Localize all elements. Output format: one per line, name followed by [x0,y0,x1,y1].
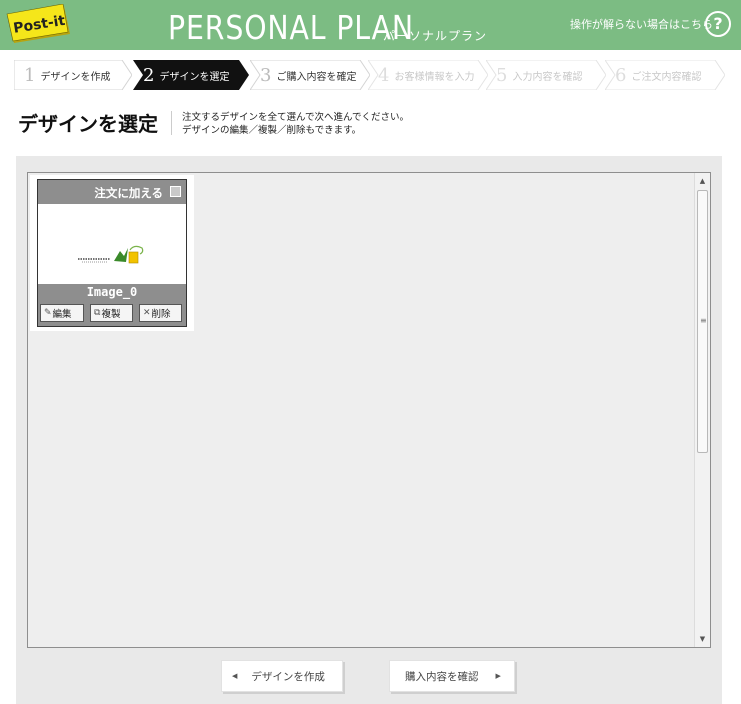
confirm-purchase-button[interactable]: 購入内容を確認 ▶ [389,660,515,692]
step-label: 入力内容を確認 [512,71,583,83]
scroll-down-arrow-icon[interactable]: ▼ [695,631,710,647]
delete-button[interactable]: ✕ 削除 [139,304,182,322]
brand-title: PERSONAL PLAN [168,8,415,47]
post-it-logo[interactable]: Post-it [4,4,74,44]
step-number: 5 [496,64,508,86]
design-actions: ✎ 編集 ⧉ 複製 ✕ 削除 [40,304,182,322]
grip-icon: ≡ [700,316,707,325]
design-card: 注文に加える Image_0 ✎ 編集 ⧉ 複製 ✕ 削除 [37,179,187,327]
edit-button[interactable]: ✎ 編集 [40,304,84,322]
back-to-create-button[interactable]: ◀ デザインを作成 [221,660,343,692]
scroll-up-arrow-icon[interactable]: ▲ [695,173,710,189]
step-number: 6 [615,64,627,86]
delete-label: 削除 [151,309,171,320]
description-line: 注文するデザインを全て選んで次へ進んでください。 [182,112,410,123]
step-label: ご購入内容を確定 [276,71,357,83]
step-number: 1 [24,64,36,86]
design-name: Image_0 [86,285,138,299]
copy-icon: ⧉ [94,308,101,318]
description-line: デザインの編集／複製／削除もできます。 [182,125,362,136]
progress-steps: 1 デザインを作成 2 デザインを選定 3 ご購入内容を確定 4 お客様情報を入力 5入… [14,60,726,90]
design-card-footer: Image_0 ✎ 編集 ⧉ 複製 ✕ 削除 [38,284,186,326]
step-label: デザインを選定 [159,71,230,83]
help-button[interactable]: ? [705,11,731,37]
add-to-order-label[interactable]: 注文に加える [94,185,163,201]
back-button-label: デザインを作成 [251,670,325,683]
next-button-label: 購入内容を確認 [405,670,479,683]
page-description: 注文するデザインを全て選んで次へ進んでください。 デザインの編集／複製／削除もで… [182,111,409,137]
design-preview-image [78,245,144,264]
step-number: 2 [143,64,155,86]
step-number: 3 [260,64,272,86]
heading-divider [171,111,172,135]
edit-label: 編集 [52,309,72,320]
duplicate-label: 複製 [101,309,121,320]
design-card-header: 注文に加える [38,180,186,204]
scrollbar-thumb[interactable]: ≡ [697,190,708,453]
step-label: ご注文内容確認 [631,71,702,83]
caret-left-icon: ◀ [232,672,238,680]
step-label: デザインを作成 [40,71,111,83]
step-number: 4 [378,64,390,86]
help-link[interactable]: 操作が解らない場合はこちら [570,16,713,32]
design-panel: 注文に加える Image_0 ✎ 編集 ⧉ 複製 ✕ 削除 ▲ ≡ ▼ ◀ デザ… [16,156,722,704]
step-label: お客様情報を入力 [394,71,475,83]
caret-right-icon: ▶ [495,672,501,680]
duplicate-button[interactable]: ⧉ 複製 [90,304,133,322]
brand: PERSONAL PLAN パーソナルプラン [168,6,487,46]
site-header: Post-it PERSONAL PLAN パーソナルプラン 操作が解らない場合… [0,0,741,50]
design-list: 注文に加える Image_0 ✎ 編集 ⧉ 複製 ✕ 削除 ▲ ≡ ▼ [27,172,711,648]
page-title: デザインを選定 [18,112,158,136]
pencil-icon: ✎ [44,308,52,318]
close-icon: ✕ [143,308,151,318]
vertical-scrollbar[interactable]: ▲ ≡ ▼ [694,173,710,647]
design-thumbnail[interactable] [38,204,186,284]
design-card-wrapper: 注文に加える Image_0 ✎ 編集 ⧉ 複製 ✕ 削除 [30,175,194,331]
add-to-order-checkbox[interactable] [170,186,181,197]
